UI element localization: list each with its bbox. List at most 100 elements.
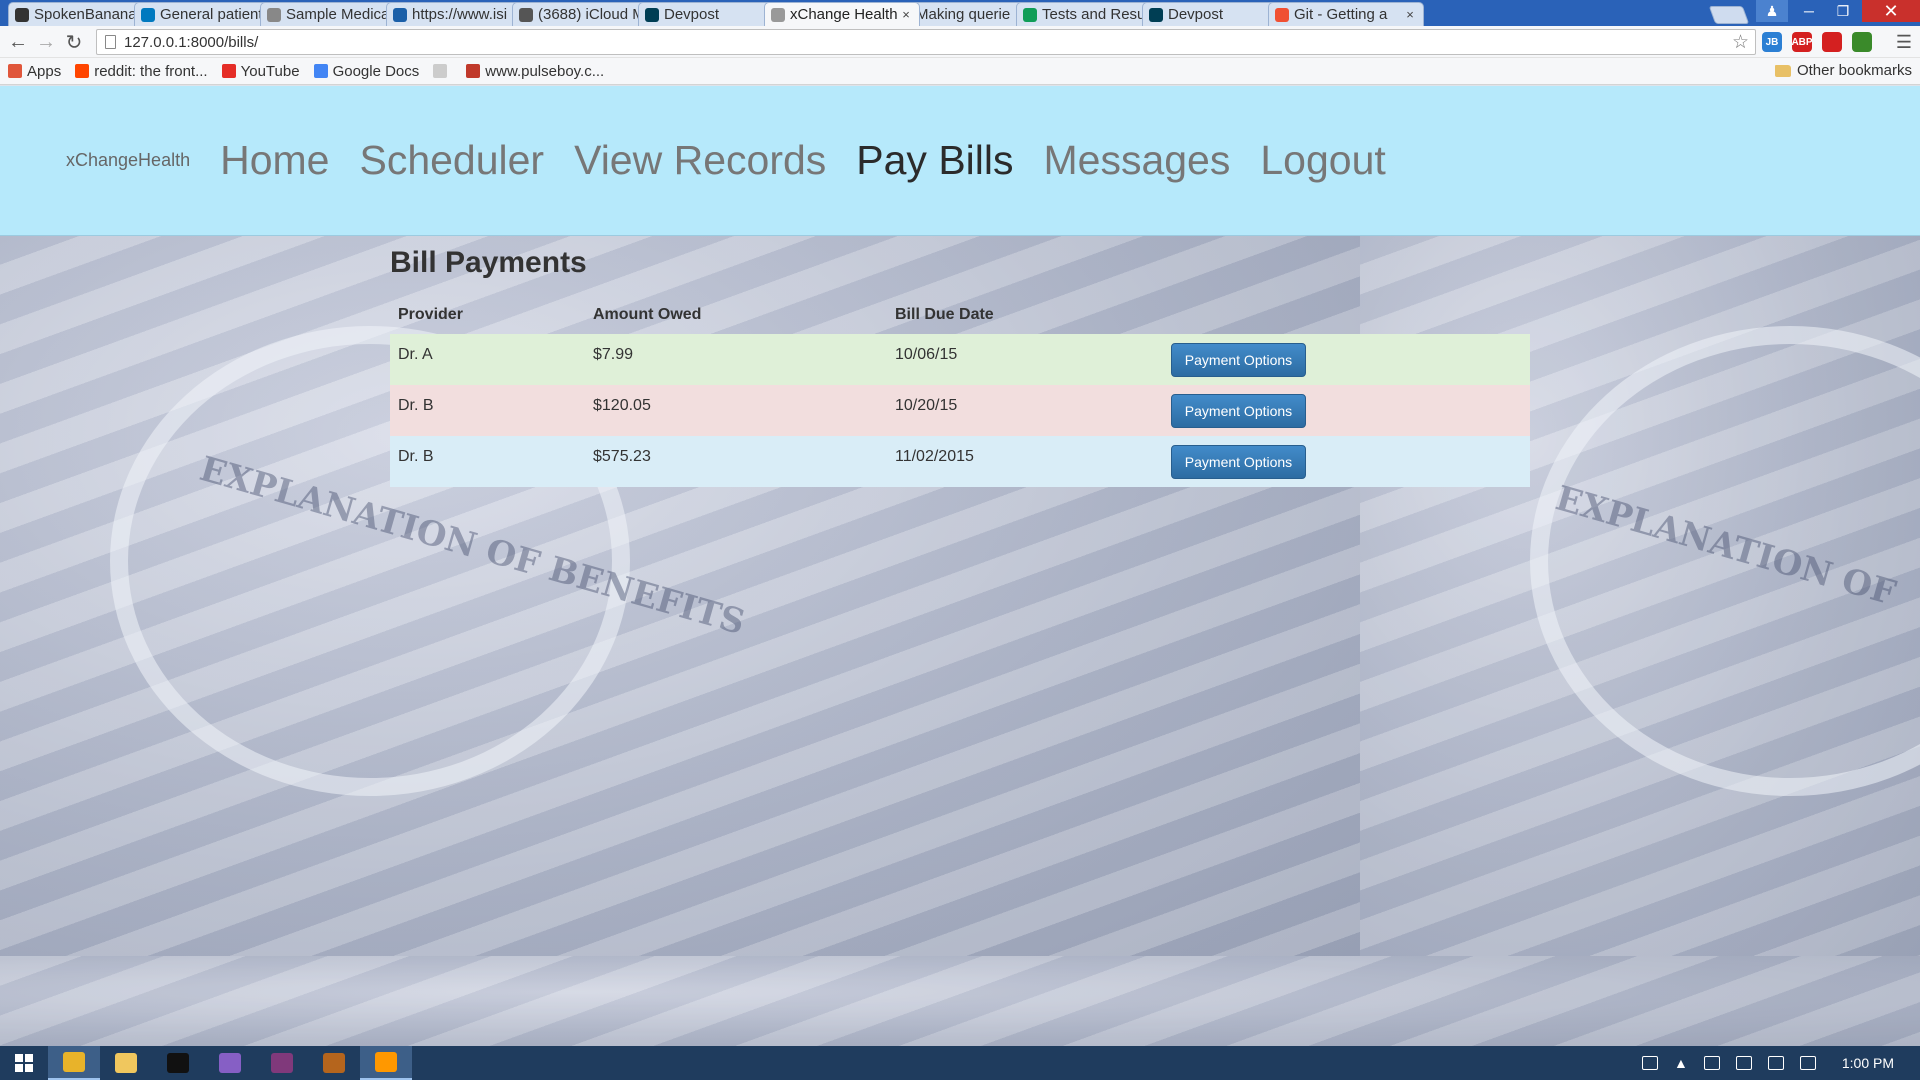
bookmark-star-icon[interactable]: ☆ <box>1732 31 1749 54</box>
background-image-repeat-bottom <box>0 956 1920 1046</box>
minimize-icon[interactable]: ─ <box>1792 0 1826 22</box>
provider-cell: Dr. B <box>390 385 585 436</box>
new-tab-button[interactable] <box>1708 6 1750 24</box>
bookmark-item[interactable] <box>433 64 452 78</box>
document-icon <box>267 7 281 22</box>
folder-icon <box>1774 64 1791 77</box>
action-center-icon[interactable] <box>1703 1056 1720 1070</box>
menu-icon[interactable]: ☰ <box>1892 30 1916 54</box>
tab-title: https://www.isi <box>412 6 508 23</box>
keyboard-icon[interactable] <box>1642 1056 1658 1070</box>
provider-cell: Dr. A <box>390 334 585 385</box>
volume-icon[interactable] <box>1799 1056 1816 1070</box>
trello-icon <box>141 7 155 22</box>
browser-tab[interactable]: Git - Getting a × <box>1268 2 1424 26</box>
payment-options-button[interactable]: Payment Options <box>1171 394 1306 428</box>
back-icon[interactable]: ← <box>6 30 30 54</box>
nav-link-pay-bills[interactable]: Pay Bills <box>856 137 1013 184</box>
address-bar[interactable]: 127.0.0.1:8000/bills/ ☆ <box>96 29 1756 55</box>
taskbar-app[interactable] <box>48 1046 100 1080</box>
browser-tab[interactable]: xChange Health × <box>764 2 920 26</box>
terminal-icon <box>167 1053 189 1073</box>
due-date-cell: 10/06/15 <box>887 334 1163 385</box>
browser-tab-strip: SpokenBanana × General patient × Sample Medi… <box>0 0 1920 26</box>
bookmark-item[interactable]: www.pulseboy.c... <box>466 63 604 80</box>
taskbar-app[interactable] <box>256 1046 308 1080</box>
apple-icon <box>519 7 533 22</box>
taskbar-app[interactable] <box>360 1046 412 1080</box>
red-square-icon[interactable] <box>1822 32 1842 52</box>
provider-cell: Dr. B <box>390 436 585 487</box>
close-window-icon[interactable]: ✕ <box>1862 0 1920 22</box>
bookmark-label: Apps <box>27 62 62 80</box>
network-icon[interactable] <box>1767 1056 1784 1070</box>
due-date-cell: 10/20/15 <box>887 385 1163 436</box>
clock[interactable]: 1:00 PM <box>1842 1055 1894 1071</box>
github-icon <box>15 7 29 22</box>
tab-title: Git - Getting a <box>1294 6 1388 23</box>
maximize-icon[interactable]: ❐ <box>1826 0 1860 22</box>
tab-title: Devpost <box>1168 6 1224 23</box>
bookmark-item[interactable]: reddit: the front... <box>75 62 208 80</box>
bookmark-label: www.pulseboy.c... <box>485 62 605 80</box>
amount-cell: $7.99 <box>585 334 887 385</box>
taskbar-app[interactable] <box>152 1046 204 1080</box>
table-row: Dr. A $7.99 10/06/15 Payment Options <box>390 334 1530 385</box>
bookmarks-bar: Apps reddit: the front... YouTube Google Do… <box>0 58 1920 85</box>
page-icon <box>771 7 785 22</box>
youtube-icon <box>221 64 236 78</box>
tab-close-icon[interactable]: × <box>1403 7 1417 22</box>
nav-link-view-records[interactable]: View Records <box>574 137 826 184</box>
reload-icon[interactable]: ↻ <box>62 30 86 54</box>
app-icon <box>323 1053 345 1073</box>
taskbar-app[interactable] <box>204 1046 256 1080</box>
bills-table: Provider Amount Owed Bill Due Date Dr. A… <box>390 296 1530 487</box>
tab-close-icon[interactable]: × <box>899 7 913 22</box>
tab-title: xChange Health <box>790 6 898 23</box>
sublime-icon <box>375 1052 397 1072</box>
bookmark-item[interactable]: Google Docs <box>313 63 419 80</box>
bookmark-item[interactable]: Apps <box>8 63 61 80</box>
nav-link-scheduler[interactable]: Scheduler <box>359 137 544 184</box>
actions-cell: Payment Options <box>1163 436 1530 487</box>
bookmark-label: reddit: the front... <box>94 62 208 80</box>
payment-options-button[interactable]: Payment Options <box>1171 445 1306 479</box>
url-text[interactable]: 127.0.0.1:8000/bills/ <box>124 34 1732 51</box>
nav-link-messages[interactable]: Messages <box>1044 137 1231 184</box>
app-navbar: xChangeHealth Home Scheduler View Records P… <box>0 86 1920 236</box>
file-explorer-icon <box>115 1053 137 1073</box>
adblock-icon[interactable]: ABP <box>1791 32 1813 52</box>
payment-options-button[interactable]: Payment Options <box>1171 343 1306 377</box>
jetbrains-icon[interactable]: JB <box>1762 32 1782 52</box>
devpost-icon <box>1149 7 1163 22</box>
actions-cell: Payment Options <box>1163 334 1530 385</box>
battery-icon[interactable] <box>1735 1056 1752 1070</box>
other-bookmarks[interactable]: Other bookmarks <box>1774 62 1912 79</box>
sheets-icon <box>1023 7 1037 22</box>
shield-check-icon[interactable] <box>1852 32 1872 52</box>
nav-link-logout[interactable]: Logout <box>1260 137 1385 184</box>
tab-title: Making querie <box>916 6 1011 23</box>
taskbar-app[interactable] <box>308 1046 360 1080</box>
tab-title: General patient <box>160 6 263 23</box>
actions-cell: Payment Options <box>1163 385 1530 436</box>
page-title: Bill Payments <box>390 246 587 279</box>
show-hidden-icons-icon[interactable]: ▲ <box>1674 1055 1688 1071</box>
start-button[interactable] <box>0 1046 48 1080</box>
user-profile-icon[interactable]: ♟ <box>1756 0 1788 22</box>
other-bookmarks-label: Other bookmarks <box>1796 62 1912 79</box>
browser-toolbar: ← → ↻ 127.0.0.1:8000/bills/ ☆ JB ABP ☰ <box>0 26 1920 58</box>
system-tray: ▲ 1:00 PM <box>1634 1046 1920 1080</box>
isi-icon <box>393 7 407 22</box>
taskbar-app[interactable] <box>100 1046 152 1080</box>
nav-link-home[interactable]: Home <box>220 137 329 184</box>
bookmark-label: YouTube <box>240 62 300 80</box>
app-brand[interactable]: xChangeHealth <box>66 150 190 171</box>
column-header-provider: Provider <box>398 306 463 323</box>
amount-cell: $575.23 <box>585 436 887 487</box>
due-date-cell: 11/02/2015 <box>887 436 1163 487</box>
windows-taskbar: ▲ 1:00 PM <box>0 1046 1920 1080</box>
forward-icon[interactable]: → <box>34 30 58 54</box>
bookmark-item[interactable]: YouTube <box>221 62 300 80</box>
blank-page-icon <box>433 64 448 78</box>
